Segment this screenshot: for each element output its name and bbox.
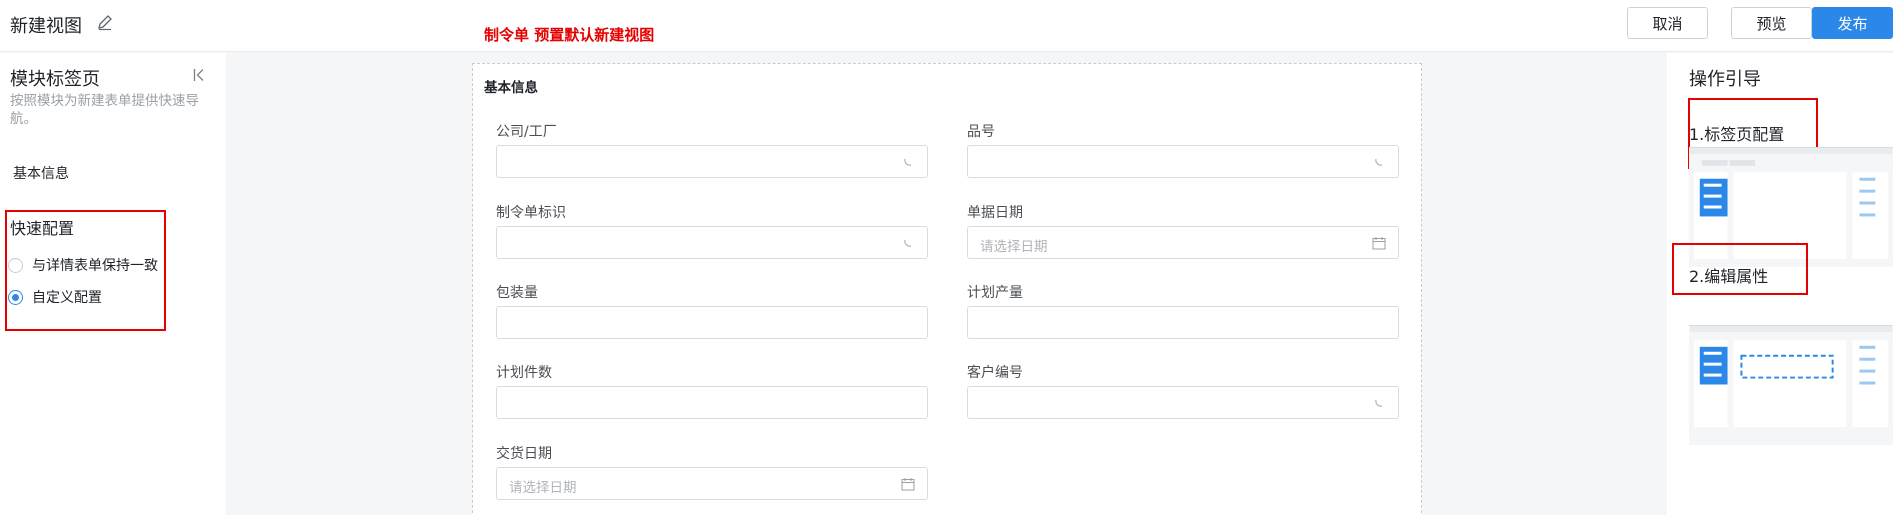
item-no-select[interactable] (967, 145, 1399, 178)
top-bar: 新建视图 制令单 预置默认新建视图 取消 预览 发布 (0, 0, 1893, 52)
plan-pieces-input[interactable] (496, 386, 928, 419)
order-flag-select[interactable] (496, 226, 928, 259)
collapse-icon[interactable] (193, 68, 205, 82)
calendar-icon (1372, 237, 1386, 250)
guide-thumbnail-edit-props (1689, 325, 1893, 445)
annotation-note: 制令单 预置默认新建视图 (484, 26, 655, 44)
field-label-pack-qty: 包装量 (496, 285, 538, 301)
left-panel-title: 模块标签页 (10, 69, 100, 90)
right-panel: 操作引导 1.标签页配置 2.编辑属性 (1667, 53, 1893, 515)
quick-config-title: 快速配置 (10, 219, 75, 238)
guide-step-label: 2.编辑属性 (1689, 267, 1769, 286)
pack-qty-input[interactable] (496, 306, 928, 339)
loading-icon (904, 158, 912, 166)
guide-step-label: 1.标签页配置 (1689, 125, 1785, 144)
calendar-icon (901, 478, 915, 491)
field-label-plan-pieces: 计划件数 (496, 365, 552, 381)
date-placeholder: 请选择日期 (980, 239, 1048, 255)
customer-no-select[interactable] (967, 386, 1399, 419)
field-label-doc-date: 单据日期 (967, 205, 1023, 221)
field-label-plan-output: 计划产量 (967, 285, 1023, 301)
guide-title: 操作引导 (1689, 69, 1761, 90)
section-title: 基本信息 (484, 80, 538, 96)
preview-button[interactable]: 预览 (1731, 7, 1812, 39)
field-label-delivery-date: 交货日期 (496, 446, 552, 462)
radio-checked-icon (8, 289, 23, 305)
loading-icon (1375, 399, 1383, 407)
loading-icon (904, 239, 912, 247)
radio-label: 自定义配置 (32, 290, 102, 306)
radio-unchecked-icon (8, 257, 23, 273)
cancel-button[interactable]: 取消 (1627, 7, 1708, 39)
plan-output-input[interactable] (967, 306, 1399, 339)
field-label-customer-no: 客户编号 (967, 365, 1023, 381)
edit-icon[interactable] (96, 13, 114, 31)
form-canvas: 基本信息 公司/工厂 品号 制令单标识 单据日期 请选择日期 包装量 计划产量 … (472, 63, 1422, 515)
field-label-item-no: 品号 (967, 124, 995, 140)
radio-option-custom[interactable]: 自定义配置 (8, 287, 102, 307)
doc-date-picker[interactable]: 请选择日期 (967, 226, 1399, 259)
nav-item-basic-info[interactable]: 基本信息 (13, 163, 69, 183)
publish-button[interactable]: 发布 (1812, 7, 1893, 39)
date-placeholder: 请选择日期 (509, 480, 577, 496)
loading-icon (1375, 158, 1383, 166)
radio-label: 与详情表单保持一致 (32, 258, 158, 274)
field-label-order-flag: 制令单标识 (496, 205, 566, 221)
company-select[interactable] (496, 145, 928, 178)
page-title: 新建视图 (10, 16, 82, 37)
delivery-date-picker[interactable]: 请选择日期 (496, 467, 928, 500)
field-label-company: 公司/工厂 (496, 124, 557, 140)
radio-option-same-as-detail[interactable]: 与详情表单保持一致 (8, 255, 158, 275)
left-panel: 模块标签页 按照模块为新建表单提供快速导航。 基本信息 快速配置 与详情表单保持… (0, 53, 226, 515)
left-panel-description: 按照模块为新建表单提供快速导航。 (10, 93, 199, 127)
